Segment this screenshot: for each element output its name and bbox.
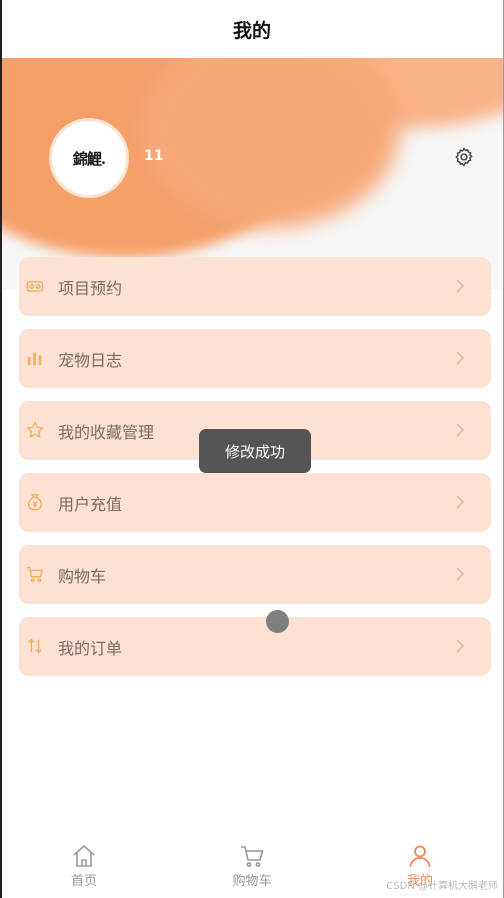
avatar-text: 錦鯉. xyxy=(72,149,106,168)
money-bag-icon xyxy=(28,494,42,511)
menu-item-label: 我的收藏管理 xyxy=(58,423,155,442)
username: 11 xyxy=(144,148,164,164)
avatar[interactable]: 錦鯉. xyxy=(49,118,129,198)
vr-glasses-icon xyxy=(26,281,44,292)
chevron-right-icon xyxy=(456,567,465,581)
user-icon xyxy=(409,845,431,868)
tab-label: 购物车 xyxy=(232,874,272,889)
chevron-right-icon xyxy=(456,279,465,293)
menu-item-pet-log[interactable]: 宠物日志 xyxy=(19,329,491,388)
page-title: 我的 xyxy=(232,19,271,42)
menu-list: 项目预约 宠物日志 我的收藏管理 用户充值 购物车 我的订单 xyxy=(19,257,491,689)
gear-icon[interactable] xyxy=(453,146,475,168)
cart-icon xyxy=(26,566,44,583)
bar-chart-icon xyxy=(27,352,42,366)
menu-item-label: 用户充值 xyxy=(58,495,123,514)
menu-item-appointment[interactable]: 项目预约 xyxy=(19,257,491,316)
sort-arrows-icon xyxy=(28,638,42,654)
menu-item-orders[interactable]: 我的订单 xyxy=(19,617,491,676)
menu-item-label: 购物车 xyxy=(58,567,107,586)
menu-item-label: 我的订单 xyxy=(58,639,123,658)
window-border-left xyxy=(0,0,2,898)
toast: 修改成功 xyxy=(199,429,311,473)
menu-item-cart[interactable]: 购物车 xyxy=(19,545,491,604)
nav-bar: 我的 xyxy=(0,0,504,58)
menu-item-label: 项目预约 xyxy=(58,279,123,298)
toast-text: 修改成功 xyxy=(224,442,285,461)
tab-home[interactable]: 首页 xyxy=(0,838,168,898)
chevron-right-icon xyxy=(456,495,465,509)
watermark: CSDN @计算机大鹅老师 xyxy=(386,881,498,892)
menu-item-label: 宠物日志 xyxy=(58,351,123,370)
touch-indicator xyxy=(266,610,289,633)
chevron-right-icon xyxy=(456,351,465,365)
menu-item-recharge[interactable]: 用户充值 xyxy=(19,473,491,532)
chevron-right-icon xyxy=(456,423,465,437)
star-icon xyxy=(26,421,44,439)
tab-cart[interactable]: 购物车 xyxy=(168,838,336,898)
chevron-right-icon xyxy=(456,639,465,653)
tab-label: 首页 xyxy=(70,874,97,889)
home-icon xyxy=(73,844,95,867)
cart-icon xyxy=(241,846,264,867)
